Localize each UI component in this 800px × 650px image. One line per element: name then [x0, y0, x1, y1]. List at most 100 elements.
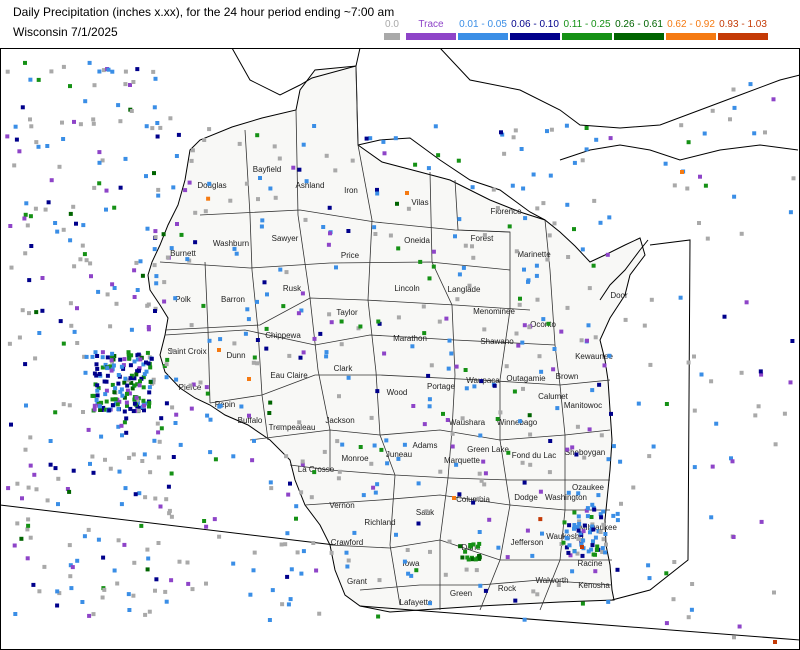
station-marker — [680, 170, 684, 174]
station-marker — [346, 229, 351, 233]
station-marker — [739, 370, 744, 375]
station-marker — [375, 187, 379, 192]
station-marker — [53, 410, 58, 415]
station-marker — [328, 231, 332, 236]
station-marker — [104, 399, 109, 404]
station-marker — [591, 527, 596, 532]
station-marker — [581, 538, 586, 543]
station-marker — [96, 289, 101, 294]
county-label: Lincoln — [394, 284, 419, 293]
station-marker — [570, 445, 575, 450]
station-marker — [728, 117, 732, 122]
station-marker — [722, 314, 727, 319]
station-marker — [122, 357, 127, 362]
station-marker — [20, 496, 24, 501]
station-marker — [698, 174, 702, 179]
station-marker — [431, 249, 436, 254]
station-marker — [34, 140, 39, 145]
station-marker — [231, 561, 236, 566]
station-marker — [591, 263, 596, 268]
county-label: Outagamie — [506, 374, 546, 383]
station-marker — [134, 395, 139, 400]
station-marker — [144, 369, 149, 374]
station-marker — [162, 280, 167, 285]
station-marker — [642, 323, 647, 328]
station-marker — [567, 523, 572, 528]
legend-item: Trace — [406, 19, 456, 40]
station-marker — [506, 450, 511, 455]
station-marker — [120, 393, 125, 398]
station-marker — [648, 362, 653, 367]
station-marker — [8, 224, 13, 228]
station-marker — [531, 589, 536, 594]
station-marker — [581, 529, 586, 534]
station-marker — [34, 487, 39, 492]
station-marker — [788, 210, 793, 215]
station-marker — [68, 211, 73, 216]
station-marker — [477, 555, 482, 560]
station-marker — [406, 206, 411, 211]
station-marker — [732, 105, 737, 110]
station-marker — [95, 383, 100, 388]
station-marker — [205, 391, 210, 396]
station-marker — [100, 595, 105, 600]
station-marker — [55, 229, 60, 234]
station-marker — [128, 376, 133, 381]
county-label: Door — [610, 291, 628, 300]
station-marker — [521, 386, 525, 391]
station-marker — [250, 458, 255, 463]
station-marker — [460, 555, 465, 560]
station-marker — [491, 187, 496, 192]
station-marker — [647, 454, 652, 459]
station-marker — [457, 272, 462, 277]
station-marker — [144, 124, 149, 129]
station-marker — [376, 319, 381, 324]
station-marker — [702, 131, 707, 136]
station-marker — [120, 433, 124, 438]
station-marker — [510, 183, 515, 188]
station-marker — [103, 392, 108, 397]
station-marker — [49, 69, 54, 74]
station-marker — [248, 592, 253, 597]
station-marker — [284, 454, 289, 459]
station-marker — [106, 67, 111, 72]
station-marker — [20, 308, 25, 313]
legend-label: 0.26 - 0.61 — [615, 19, 663, 30]
station-marker — [705, 236, 710, 241]
minnesota-border — [0, 504, 336, 546]
station-marker — [467, 283, 472, 288]
station-marker — [591, 539, 595, 544]
station-marker — [411, 404, 416, 408]
station-marker — [479, 379, 484, 384]
station-marker — [110, 282, 115, 287]
station-marker — [466, 557, 471, 562]
station-marker — [264, 346, 269, 351]
station-marker — [110, 69, 115, 74]
map-header: Daily Precipitation (inches x.xx), for t… — [0, 0, 800, 48]
station-marker — [89, 274, 93, 279]
station-marker — [358, 445, 363, 449]
station-marker — [604, 542, 608, 547]
station-marker — [312, 124, 317, 128]
station-marker — [475, 544, 480, 549]
station-marker — [42, 564, 47, 569]
station-marker — [29, 244, 34, 248]
station-marker — [92, 403, 97, 408]
station-marker — [48, 439, 53, 443]
station-marker — [513, 598, 518, 603]
station-marker — [559, 329, 564, 334]
county-label: Ashland — [296, 181, 325, 190]
station-marker — [40, 276, 45, 280]
station-marker — [479, 478, 484, 483]
county-label: Polk — [175, 295, 192, 304]
station-marker — [522, 267, 526, 272]
station-marker — [498, 410, 503, 415]
station-marker — [269, 486, 274, 491]
station-marker — [482, 233, 487, 238]
station-marker — [548, 439, 553, 443]
legend-swatch — [614, 33, 664, 40]
station-marker — [71, 204, 76, 209]
station-marker — [324, 350, 329, 355]
station-marker — [125, 383, 130, 388]
station-marker — [463, 368, 468, 372]
